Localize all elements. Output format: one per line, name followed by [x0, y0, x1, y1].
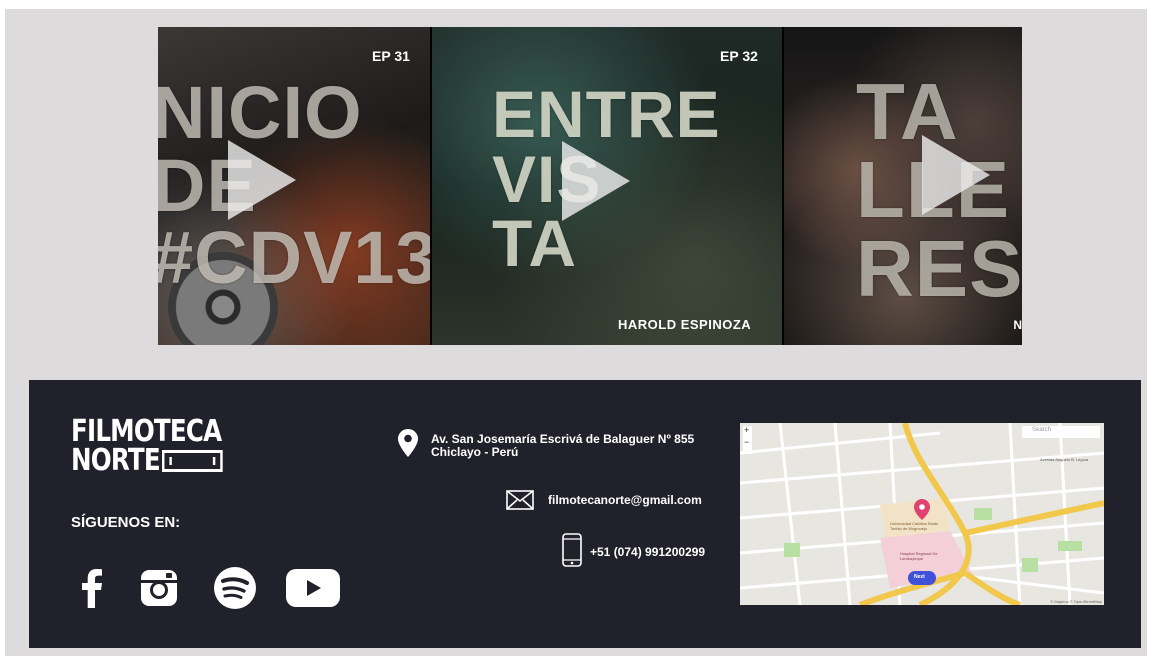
- phone-number[interactable]: +51 (074) 991200299: [590, 546, 705, 559]
- email-link[interactable]: filmotecanorte@gmail.com: [548, 494, 702, 507]
- map-next-button[interactable]: Next: [914, 574, 925, 580]
- zoom-out-button[interactable]: −: [744, 437, 749, 447]
- map-search-input[interactable]: Search: [1032, 427, 1051, 433]
- address-block: Av. San Josemaría Escrivá de Balaguer Nº…: [431, 433, 694, 458]
- map-hospital-label: Hospital Regional De Lambayeque: [900, 551, 938, 561]
- film-strip-icon: [162, 450, 223, 472]
- facebook-icon[interactable]: [81, 568, 103, 608]
- episode-label: EP 32: [720, 48, 758, 64]
- location-map[interactable]: + − Search Universidad Católica Santo To…: [740, 423, 1104, 605]
- zoom-in-button[interactable]: +: [744, 425, 749, 435]
- instagram-icon[interactable]: [140, 568, 178, 608]
- logo-line-2: NORTE: [71, 445, 223, 475]
- logo-line-2-text: NORTE: [71, 442, 161, 478]
- play-icon[interactable]: [922, 135, 990, 215]
- play-icon[interactable]: [228, 140, 296, 220]
- address-line-2: Chiclayo - Perú: [431, 444, 519, 459]
- map-attribution: © Mapbox © OpenStreetMap: [1050, 599, 1102, 604]
- episode-label: EP 31: [372, 48, 410, 64]
- youtube-icon[interactable]: [286, 568, 340, 608]
- video-carousel[interactable]: NICIO DE #CDV13 EP 31 ENTRE VIS TA EP 32…: [158, 27, 1022, 345]
- filmoteca-logo[interactable]: FILMOTECA NORTE: [71, 417, 223, 475]
- address-line-1: Av. San Josemaría Escrivá de Balaguer Nº…: [431, 432, 695, 446]
- slide-author: N: [1013, 318, 1022, 332]
- map-university-label: Universidad Católica Santo Toribio de Mo…: [890, 521, 939, 531]
- carousel-slide-ep31[interactable]: NICIO DE #CDV13 EP 31: [158, 27, 432, 345]
- map-street-label: Avenida Augusto B. Leguía: [1040, 457, 1089, 462]
- follow-us-label: SÍGUENOS EN:: [71, 514, 181, 531]
- spotify-icon[interactable]: [213, 567, 257, 609]
- slide-author: HAROLD ESPINOZA: [618, 317, 752, 332]
- site-footer: FILMOTECA NORTE SÍGUENOS EN: Av. San Jos…: [29, 380, 1141, 648]
- location-pin-icon: [398, 429, 418, 462]
- mail-icon: [506, 490, 534, 515]
- play-icon[interactable]: [562, 141, 630, 221]
- carousel-slide-talleres[interactable]: TA LLE RES N: [784, 27, 1022, 345]
- phone-icon: [562, 533, 582, 572]
- carousel-slide-ep32[interactable]: ENTRE VIS TA EP 32 HAROLD ESPINOZA: [432, 27, 784, 345]
